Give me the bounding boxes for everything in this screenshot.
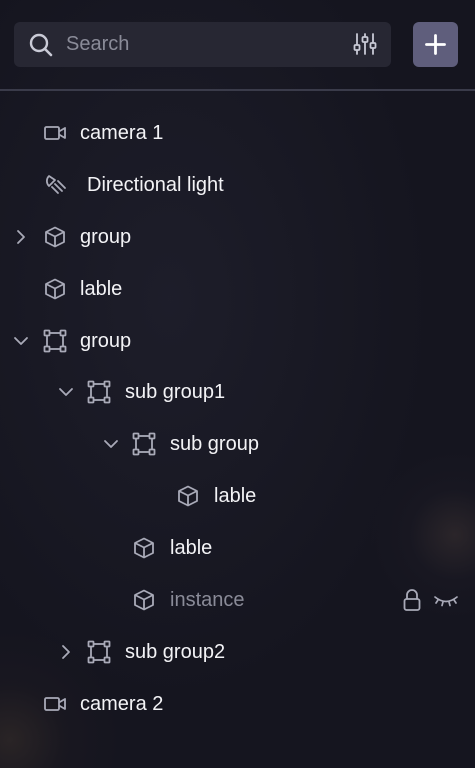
tree-row[interactable]: group — [0, 212, 475, 262]
chevron-down-icon[interactable] — [56, 382, 76, 402]
search-input[interactable] — [66, 22, 346, 67]
tree-item-label: instance — [170, 589, 245, 611]
divider — [0, 89, 475, 91]
tree-row[interactable]: instance — [0, 575, 475, 625]
directional-light-icon — [46, 175, 66, 194]
plus-icon — [425, 34, 446, 55]
group-frame-icon — [87, 640, 111, 664]
camera-icon — [44, 126, 66, 140]
add-button[interactable] — [413, 22, 458, 67]
tree-item-label: lable — [80, 278, 123, 300]
camera-icon — [44, 697, 66, 711]
tree-row[interactable]: lable — [0, 471, 475, 521]
cube-icon — [134, 537, 154, 559]
cube-icon — [45, 278, 65, 300]
tree-row[interactable]: sub group2 — [0, 627, 475, 677]
eye-closed-icon[interactable] — [433, 593, 459, 609]
tree-item-label: group — [80, 226, 132, 248]
chevron-down-icon[interactable] — [101, 434, 121, 454]
tree-row[interactable]: camera 1 — [0, 108, 475, 158]
filter-sliders-icon[interactable] — [353, 32, 377, 56]
tree-row[interactable]: lable — [0, 523, 475, 573]
tree-item-label: camera 2 — [80, 693, 164, 715]
chevron-right-icon[interactable] — [11, 227, 31, 247]
tree-item-label: lable — [214, 485, 257, 507]
search-bar[interactable] — [14, 22, 391, 67]
tree-row[interactable]: camera 2 — [0, 679, 475, 729]
toolbar — [0, 0, 475, 91]
tree-item-label: sub group1 — [125, 381, 226, 403]
chevron-right-icon[interactable] — [56, 642, 76, 662]
tree-row[interactable]: sub group — [0, 419, 475, 469]
group-frame-icon — [43, 329, 67, 353]
tree-item-label: group — [80, 330, 132, 352]
search-icon — [29, 33, 53, 57]
tree-row[interactable]: group — [0, 316, 475, 366]
tree-row[interactable]: sub group1 — [0, 367, 475, 417]
tree-row[interactable]: lable — [0, 264, 475, 314]
tree-item-label: Directional light — [87, 174, 224, 196]
cube-icon — [134, 589, 154, 611]
group-frame-icon — [87, 380, 111, 404]
tree-item-label: lable — [170, 537, 213, 559]
lock-icon[interactable] — [401, 588, 423, 612]
tree-item-label: camera 1 — [80, 122, 164, 144]
group-frame-icon — [132, 432, 156, 456]
chevron-down-icon[interactable] — [11, 331, 31, 351]
cube-icon — [45, 226, 65, 248]
tree-row[interactable]: Directional light — [0, 160, 475, 210]
tree-item-label: sub group — [170, 433, 259, 455]
cube-icon — [178, 485, 198, 507]
tree-item-label: sub group2 — [125, 641, 226, 663]
